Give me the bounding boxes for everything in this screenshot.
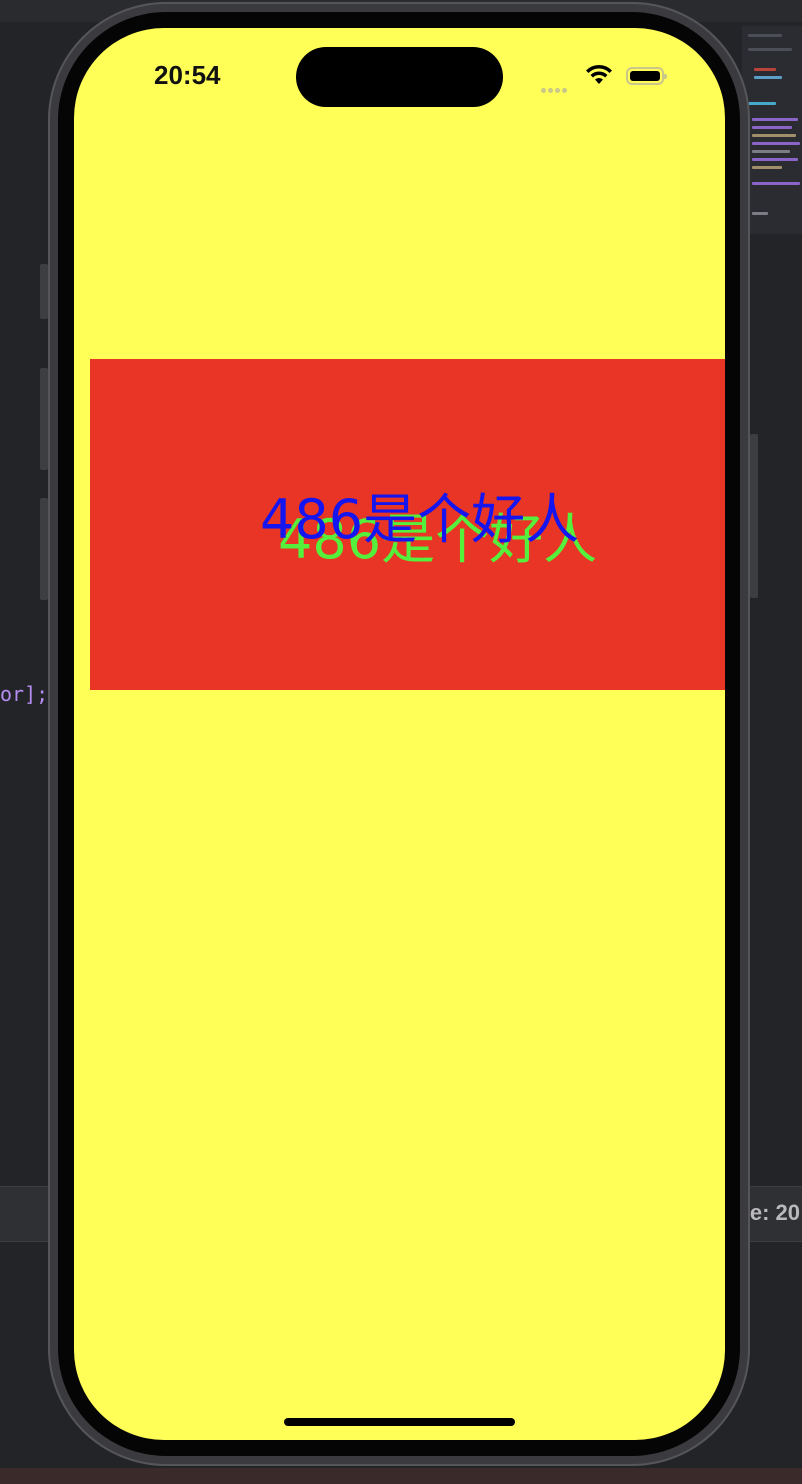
dynamic-island	[296, 47, 503, 107]
code-minimap[interactable]	[742, 26, 802, 234]
editor-bottom-strip	[0, 1468, 802, 1484]
status-time: 20:54	[154, 60, 221, 90]
label-front: 486是个好人	[260, 488, 580, 551]
power-button[interactable]	[750, 434, 758, 598]
phone-screen[interactable]: 20:54 486是个好人 486是个好人	[74, 28, 725, 1440]
action-button[interactable]	[40, 264, 48, 319]
code-fragment: or];	[0, 682, 49, 706]
battery-icon	[626, 67, 667, 85]
wifi-icon	[586, 64, 612, 84]
editor-status-text: e: 20	[749, 1200, 800, 1225]
volume-down-button[interactable]	[40, 498, 48, 600]
volume-up-button[interactable]	[40, 368, 48, 470]
home-indicator[interactable]	[284, 1418, 515, 1426]
signal-icon	[541, 80, 569, 98]
